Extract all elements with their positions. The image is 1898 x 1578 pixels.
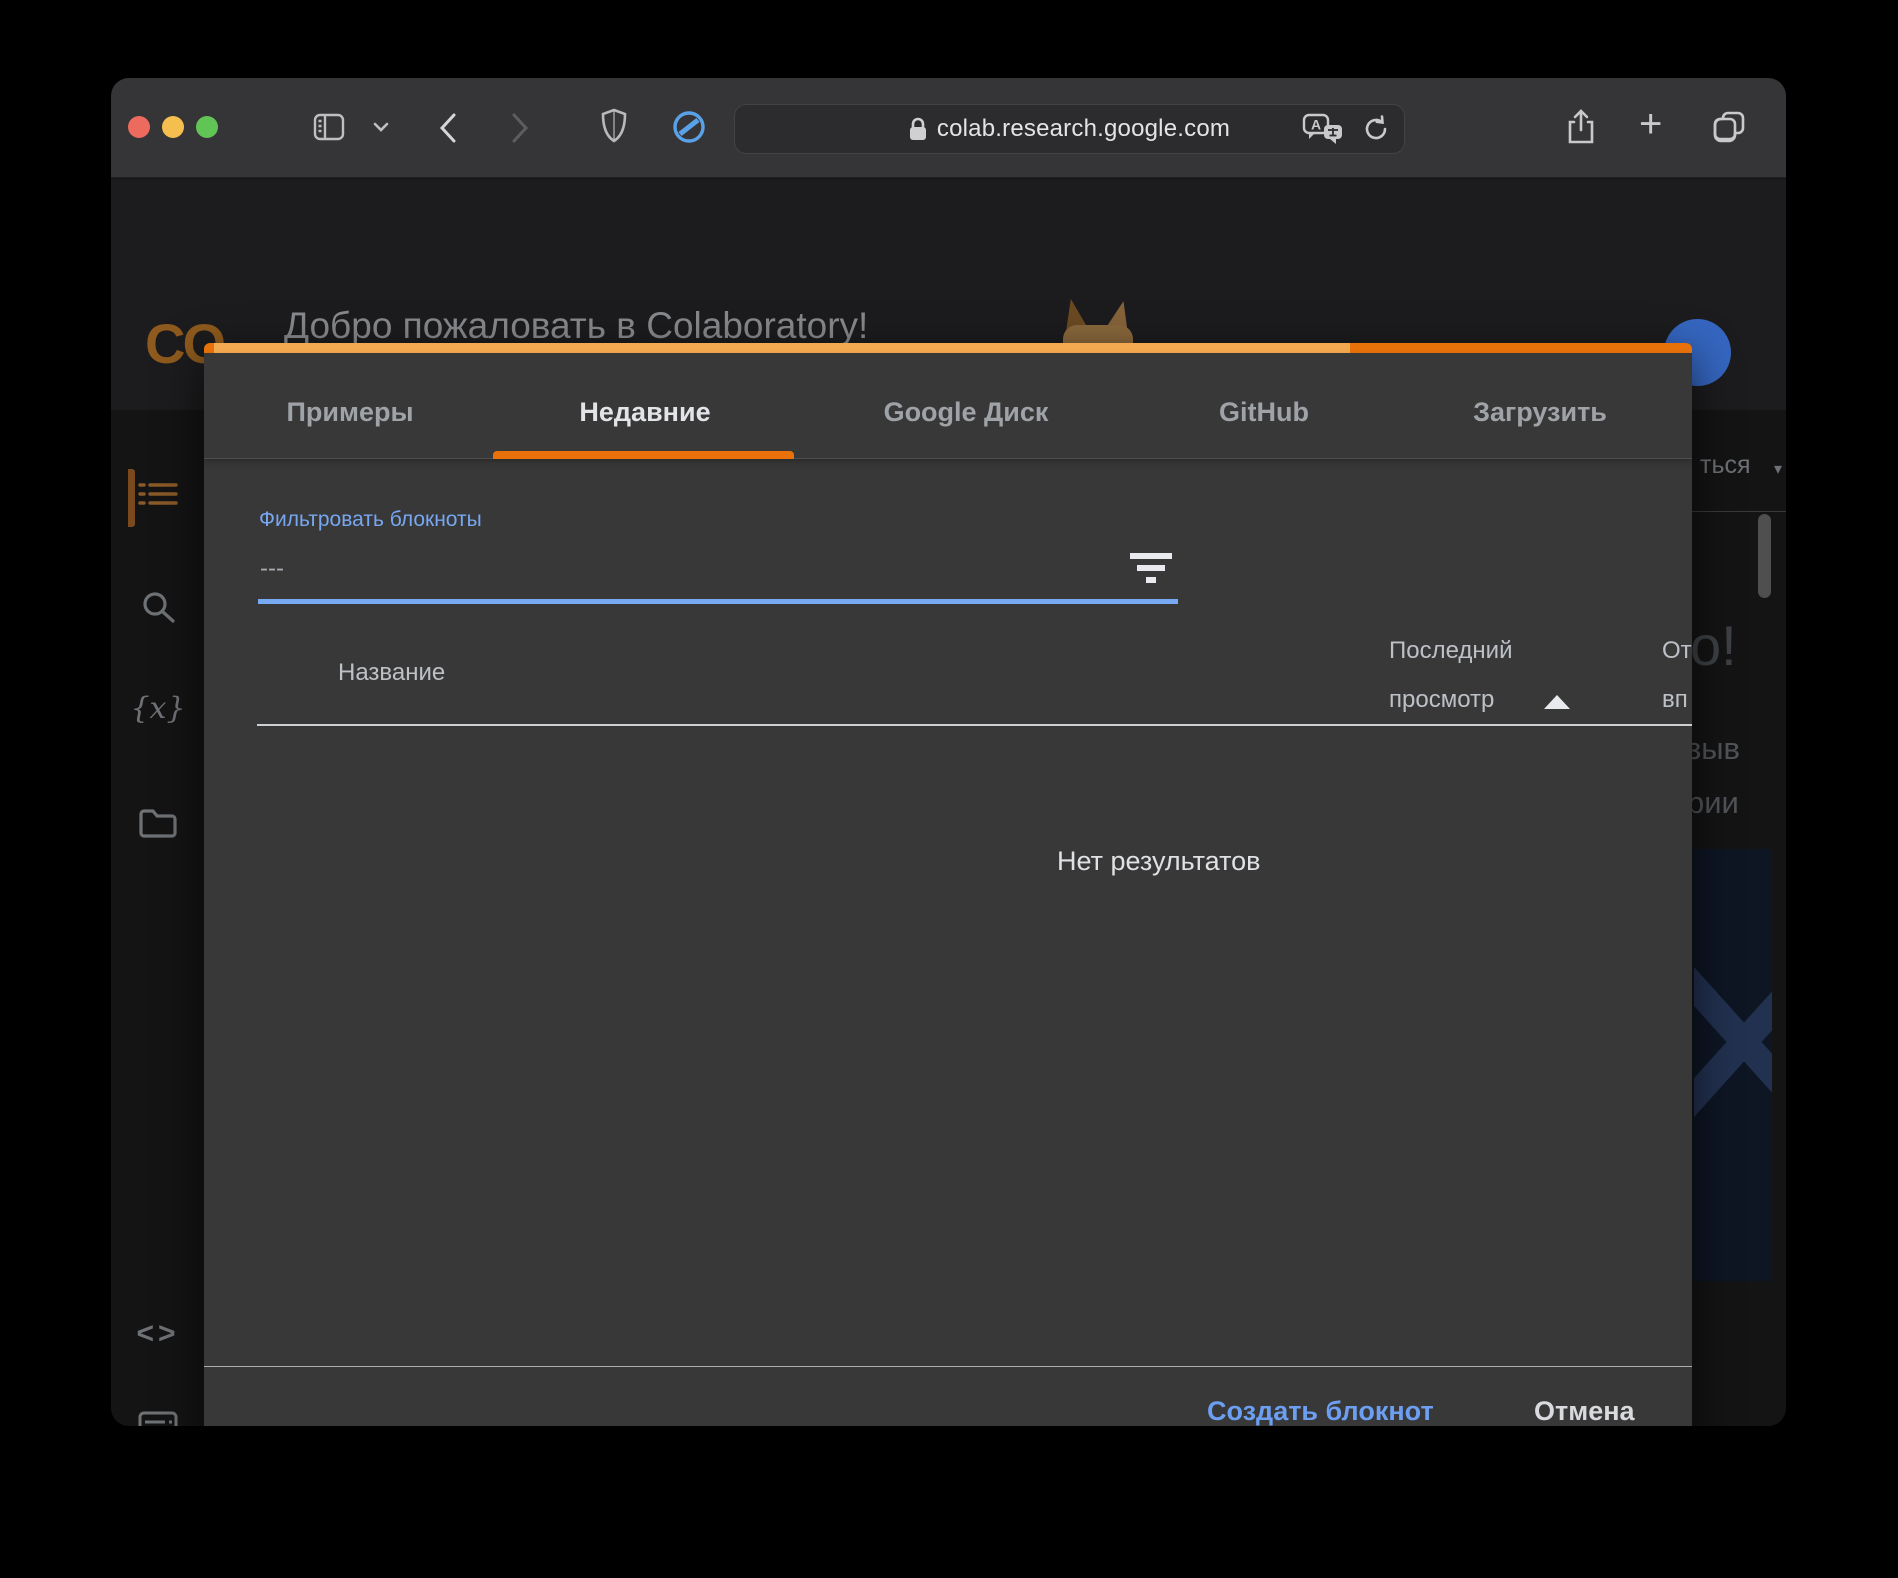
table-of-contents-icon[interactable]: [135, 474, 181, 520]
forward-button[interactable]: [508, 111, 532, 145]
reload-icon[interactable]: [1362, 115, 1390, 143]
terminal-icon[interactable]: [135, 1403, 181, 1426]
open-notebook-dialog: Примеры Недавние Google Диск GitHub Загр…: [204, 343, 1692, 1426]
sort-ascending-icon[interactable]: [1544, 695, 1570, 709]
active-sidebar-indicator: [128, 469, 135, 527]
sidebar-toggle-icon[interactable]: [312, 110, 346, 144]
files-folder-icon[interactable]: [135, 800, 181, 846]
background-heading-fragment: о!: [1690, 614, 1737, 677]
content-blocker-icon[interactable]: [671, 109, 707, 145]
signup-link-fragment[interactable]: ться: [1700, 451, 1751, 480]
column-header-first-opened-clipped[interactable]: вп: [1662, 686, 1688, 714]
browser-toolbar: colab.research.google.com A +: [111, 78, 1786, 178]
url-text: colab.research.google.com: [936, 115, 1231, 142]
translate-icon[interactable]: A: [1302, 113, 1344, 145]
column-header-last-viewed[interactable]: просмотр: [1389, 686, 1494, 714]
tab-examples[interactable]: Примеры: [286, 397, 413, 428]
create-notebook-button[interactable]: Создать блокнот: [1207, 1396, 1434, 1426]
tab-recent[interactable]: Недавние: [579, 397, 710, 428]
dialog-tab-bar: Примеры Недавние Google Диск GitHub Загр…: [204, 353, 1692, 459]
back-button[interactable]: [436, 111, 460, 145]
browser-window: colab.research.google.com A + CO Добро п…: [111, 78, 1786, 1426]
cancel-button[interactable]: Отмена: [1534, 1396, 1635, 1426]
tab-google-drive[interactable]: Google Диск: [884, 397, 1049, 428]
lock-icon: [909, 117, 927, 141]
page-header-divider: [1692, 511, 1786, 512]
filter-input-underline: [258, 599, 1178, 604]
tab-github[interactable]: GitHub: [1219, 397, 1309, 428]
column-header-name[interactable]: Название: [338, 659, 445, 687]
svg-text:A: A: [1311, 117, 1321, 133]
column-header-last-viewed[interactable]: Последний: [1389, 637, 1513, 665]
chevron-down-icon: ▾: [1774, 461, 1783, 478]
zoom-window-button[interactable]: [196, 116, 218, 138]
filter-icon[interactable]: [1130, 553, 1172, 587]
table-header-divider: [257, 724, 1692, 726]
colab-page-background: CO Добро пожаловать в Colaboratory! ться…: [111, 179, 1786, 1426]
empty-results-message: Нет результатов: [1057, 846, 1261, 876]
address-bar[interactable]: colab.research.google.com A: [734, 104, 1405, 154]
privacy-shield-icon[interactable]: [601, 108, 627, 144]
page-scrollbar-thumb[interactable]: [1758, 514, 1771, 598]
column-header-first-opened-clipped[interactable]: От: [1662, 637, 1692, 665]
active-tab-underline: [493, 451, 794, 459]
background-text-fragment: рии: [1687, 785, 1739, 820]
corgi-image: [1053, 296, 1149, 351]
welcome-heading: Добро пожаловать в Colaboratory!: [284, 305, 869, 346]
close-window-button[interactable]: [128, 116, 150, 138]
video-thumbnail[interactable]: [1694, 849, 1772, 1281]
tab-overview-icon[interactable]: [1711, 109, 1747, 145]
dialog-footer-divider: [204, 1366, 1692, 1367]
share-icon[interactable]: [1566, 108, 1596, 146]
loading-progress-bar: [204, 343, 1692, 353]
minimize-window-button[interactable]: [162, 116, 184, 138]
filter-label: Фильтровать блокноты: [259, 508, 482, 531]
code-snippets-icon[interactable]: <>: [135, 1311, 181, 1357]
variables-icon[interactable]: {x}: [130, 685, 185, 731]
sidebar-chevron-icon[interactable]: [371, 120, 391, 134]
filter-input[interactable]: [260, 549, 1120, 589]
search-icon[interactable]: [135, 585, 181, 631]
background-text-fragment: зыв: [1687, 731, 1740, 766]
tab-upload[interactable]: Загрузить: [1473, 397, 1607, 428]
new-tab-button[interactable]: +: [1639, 104, 1662, 144]
